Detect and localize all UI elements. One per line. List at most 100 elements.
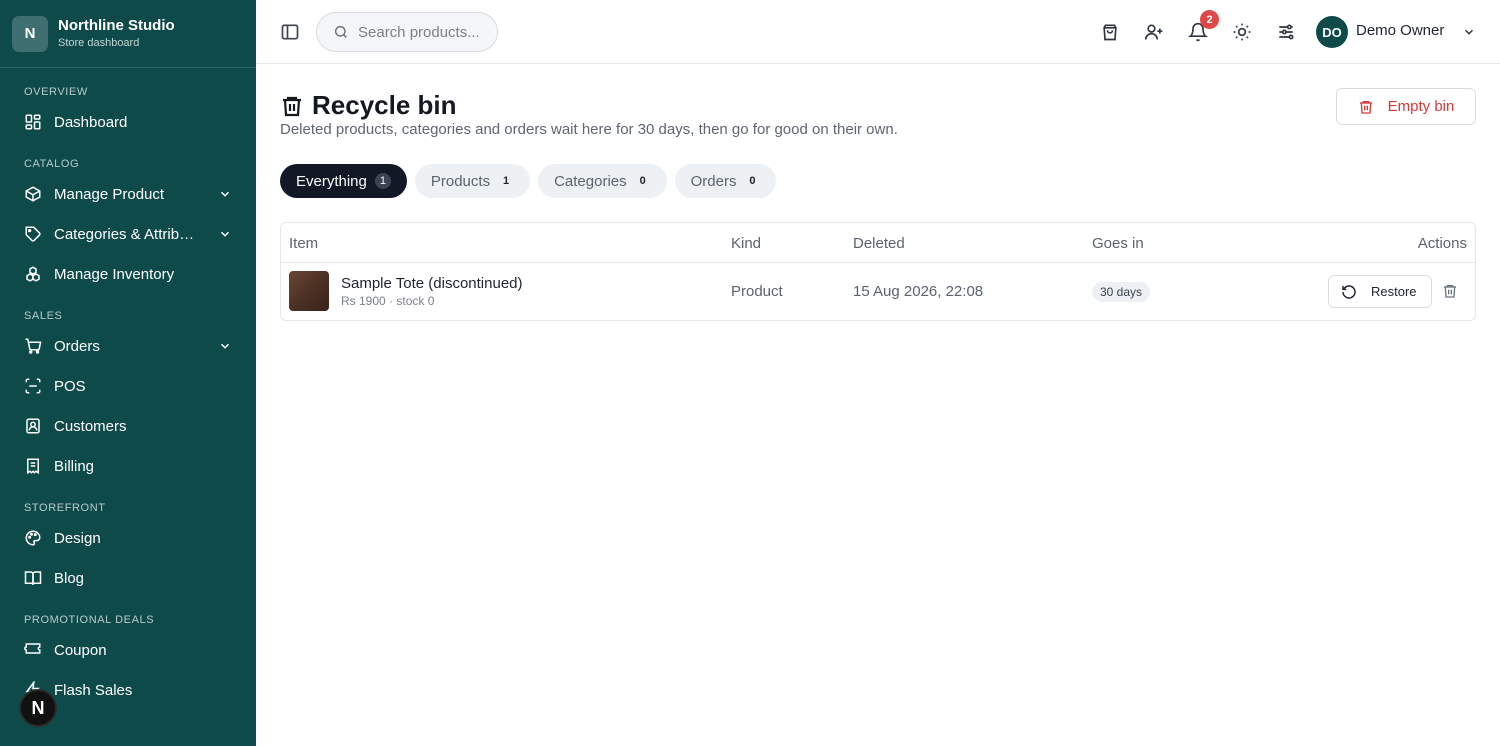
sidebar-item-categories-attributes[interactable]: Categories & Attributes — [0, 214, 256, 254]
sidebar-item-label: Coupon — [54, 641, 107, 659]
tag-icon — [25, 226, 41, 242]
chevron-down-icon — [220, 191, 230, 197]
sun-icon[interactable] — [1232, 22, 1252, 42]
tab-count: 1 — [374, 173, 391, 189]
sidebar-item-label: Design — [54, 529, 101, 547]
goes-in-badge: 30 days — [1092, 282, 1151, 302]
sidebar-item-label: Dashboard — [54, 113, 128, 131]
tab-label: Orders — [690, 172, 737, 190]
table-row: Sample Tote (discontinued) Rs 1900 · sto… — [281, 263, 1475, 320]
sidebar-item-label: Manage Product — [54, 185, 165, 203]
search-input[interactable] — [358, 23, 488, 41]
brand-name: Northline Studio — [58, 16, 175, 34]
sidebar-item-label: Orders — [54, 337, 100, 355]
ticket-icon — [24, 643, 41, 654]
search-box[interactable] — [316, 12, 498, 52]
item-deleted-date: 15 Aug 2026, 22:08 — [853, 283, 984, 300]
page-title: Recycle bin — [312, 90, 457, 120]
shopping-bag-icon[interactable] — [1100, 22, 1120, 42]
sidebar-item-design[interactable]: Design — [0, 518, 256, 558]
boxes-icon — [26, 266, 40, 282]
sidebar-item-manage-product[interactable]: Manage Product — [0, 174, 256, 214]
grid-icon — [25, 114, 41, 130]
column-header-kind: Kind — [731, 235, 762, 252]
nav-section-catalog: CATALOG — [24, 158, 80, 170]
restore-button[interactable]: Restore — [1328, 275, 1432, 308]
chevron-down-icon — [220, 231, 230, 237]
tab-everything[interactable]: Everything 1 — [280, 164, 407, 198]
item-kind: Product — [731, 283, 783, 300]
sidebar: N Northline Studio Store dashboard OVERV… — [0, 0, 256, 746]
tab-label: Products — [430, 172, 491, 190]
receipt-icon — [27, 458, 39, 475]
notification-count-badge: 2 — [1200, 10, 1219, 29]
scan-icon — [25, 378, 41, 394]
trash-icon — [283, 96, 301, 116]
sidebar-item-orders[interactable]: Orders — [0, 326, 256, 366]
brand[interactable]: N Northline Studio Store dashboard — [0, 0, 256, 68]
search-icon — [334, 25, 347, 38]
sidebar-toggle-icon[interactable] — [280, 22, 300, 42]
tab-label: Everything — [296, 172, 367, 190]
nav-section-promotional-deals: PROMOTIONAL DEALS — [24, 614, 155, 626]
restore-label: Restore — [1371, 284, 1417, 299]
item-name: Sample Tote (discontinued) — [341, 275, 523, 292]
empty-bin-label: Empty bin — [1387, 98, 1455, 115]
sidebar-item-manage-inventory[interactable]: Manage Inventory — [0, 254, 256, 294]
sliders-icon[interactable] — [1276, 22, 1296, 42]
add-user-icon[interactable] — [1144, 22, 1164, 42]
chevron-down-icon — [220, 343, 230, 349]
avatar[interactable]: DO — [1316, 16, 1348, 48]
column-header-goes-in: Goes in — [1092, 235, 1144, 252]
delete-permanently-icon[interactable] — [1442, 283, 1458, 299]
brand-text: Northline Studio Store dashboard — [58, 17, 175, 51]
tab-count: 0 — [639, 175, 646, 187]
tab-orders[interactable]: Orders 0 — [674, 164, 777, 198]
sidebar-item-label: Blog — [54, 569, 85, 587]
cart-icon — [25, 338, 42, 354]
book-icon — [24, 571, 42, 585]
sidebar-item-billing[interactable]: Billing — [0, 446, 256, 486]
page-header: Recycle bin — [280, 90, 457, 121]
sidebar-item-label: Categories & Attributes — [54, 225, 200, 243]
user-name[interactable]: Demo Owner — [1356, 22, 1444, 39]
tab-label: Categories — [554, 172, 627, 190]
box-icon — [25, 186, 41, 202]
product-thumbnail — [289, 271, 329, 311]
palette-icon — [25, 530, 41, 546]
sidebar-item-coupon[interactable]: Coupon — [0, 630, 256, 670]
table-header: Item Kind Deleted Goes in Actions — [281, 223, 1475, 263]
tab-count: 0 — [749, 175, 756, 187]
chevron-down-icon[interactable] — [1462, 25, 1476, 39]
nav-section-storefront: STOREFRONT — [24, 502, 106, 514]
filter-tabs: Everything 1 Products 1 Categories 0 Ord… — [280, 164, 784, 198]
brand-subtitle: Store dashboard — [58, 36, 140, 49]
sidebar-item-label: Flash Sales — [54, 681, 133, 699]
trash-icon — [1359, 100, 1372, 114]
sidebar-item-label: Billing — [54, 457, 95, 475]
recycle-bin-table: Item Kind Deleted Goes in Actions Sample… — [280, 222, 1476, 321]
tab-count: 1 — [503, 175, 510, 187]
empty-bin-button[interactable]: Empty bin — [1336, 88, 1476, 125]
column-header-deleted: Deleted — [853, 235, 905, 252]
contact-icon — [26, 418, 40, 434]
nav-section-sales: SALES — [24, 310, 63, 322]
sidebar-item-customers[interactable]: Customers — [0, 406, 256, 446]
page-description: Deleted products, categories and orders … — [280, 121, 898, 138]
sidebar-item-pos[interactable]: POS — [0, 366, 256, 406]
sidebar-item-label: Manage Inventory — [54, 265, 175, 283]
column-header-item: Item — [289, 235, 319, 252]
sidebar-item-label: POS — [54, 377, 86, 395]
topbar: 2 DO Demo Owner — [256, 0, 1500, 64]
column-header-actions: Actions — [1417, 235, 1467, 252]
tab-products[interactable]: Products 1 — [414, 164, 531, 198]
sidebar-item-dashboard[interactable]: Dashboard — [0, 102, 256, 142]
sidebar-item-label: Customers — [54, 417, 127, 435]
tab-categories[interactable]: Categories 0 — [538, 164, 667, 198]
nav-section-overview: OVERVIEW — [24, 86, 88, 98]
brand-logo: N — [12, 15, 48, 52]
restore-icon — [1342, 284, 1356, 299]
item-meta: Rs 1900 · stock 0 — [341, 294, 435, 308]
sidebar-item-blog[interactable]: Blog — [0, 558, 256, 598]
floating-app-badge[interactable]: N — [19, 689, 57, 727]
